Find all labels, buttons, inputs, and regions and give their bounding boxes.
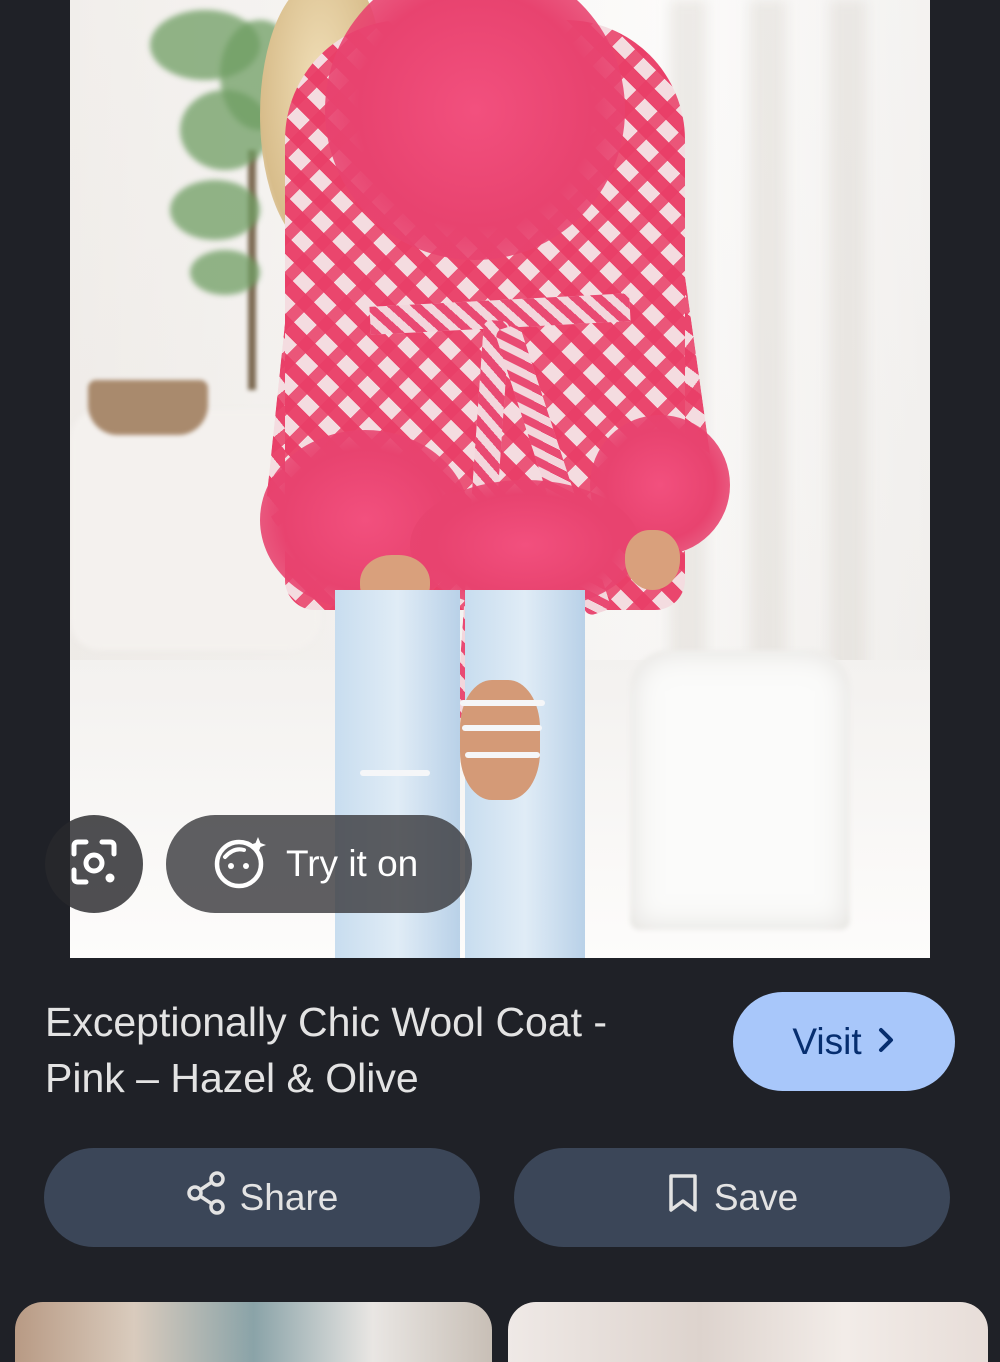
plant-leaf xyxy=(170,180,260,240)
jeans-rip xyxy=(360,770,430,776)
product-image[interactable] xyxy=(70,0,930,958)
try-on-face-sparkle-icon xyxy=(212,833,270,896)
try-it-on-button[interactable]: Try it on xyxy=(166,815,472,913)
try-it-on-label: Try it on xyxy=(286,843,419,884)
bookmark-icon xyxy=(666,1172,714,1223)
jeans-rip xyxy=(460,700,545,706)
google-lens-icon xyxy=(68,836,120,893)
save-button[interactable]: Save xyxy=(514,1148,950,1247)
jeans-rip xyxy=(462,725,542,731)
visit-label: Visit xyxy=(792,1020,862,1062)
torn-knee xyxy=(460,680,540,800)
lens-search-button[interactable] xyxy=(45,815,143,913)
visit-button[interactable]: Visit xyxy=(733,992,955,1091)
chevron-right-icon xyxy=(876,1021,896,1063)
related-result-card[interactable] xyxy=(508,1302,988,1362)
share-icon xyxy=(186,1171,240,1224)
side-table xyxy=(630,650,850,930)
plant-leaf xyxy=(190,250,260,295)
basket xyxy=(88,380,208,435)
related-result-card[interactable] xyxy=(15,1302,492,1362)
share-button[interactable]: Share xyxy=(44,1148,480,1247)
model-hand xyxy=(625,530,680,590)
result-title[interactable]: Exceptionally Chic Wool Coat - Pink – Ha… xyxy=(45,994,685,1106)
share-label: Share xyxy=(239,1176,339,1218)
save-label: Save xyxy=(713,1176,799,1218)
jeans-rip xyxy=(465,752,540,758)
